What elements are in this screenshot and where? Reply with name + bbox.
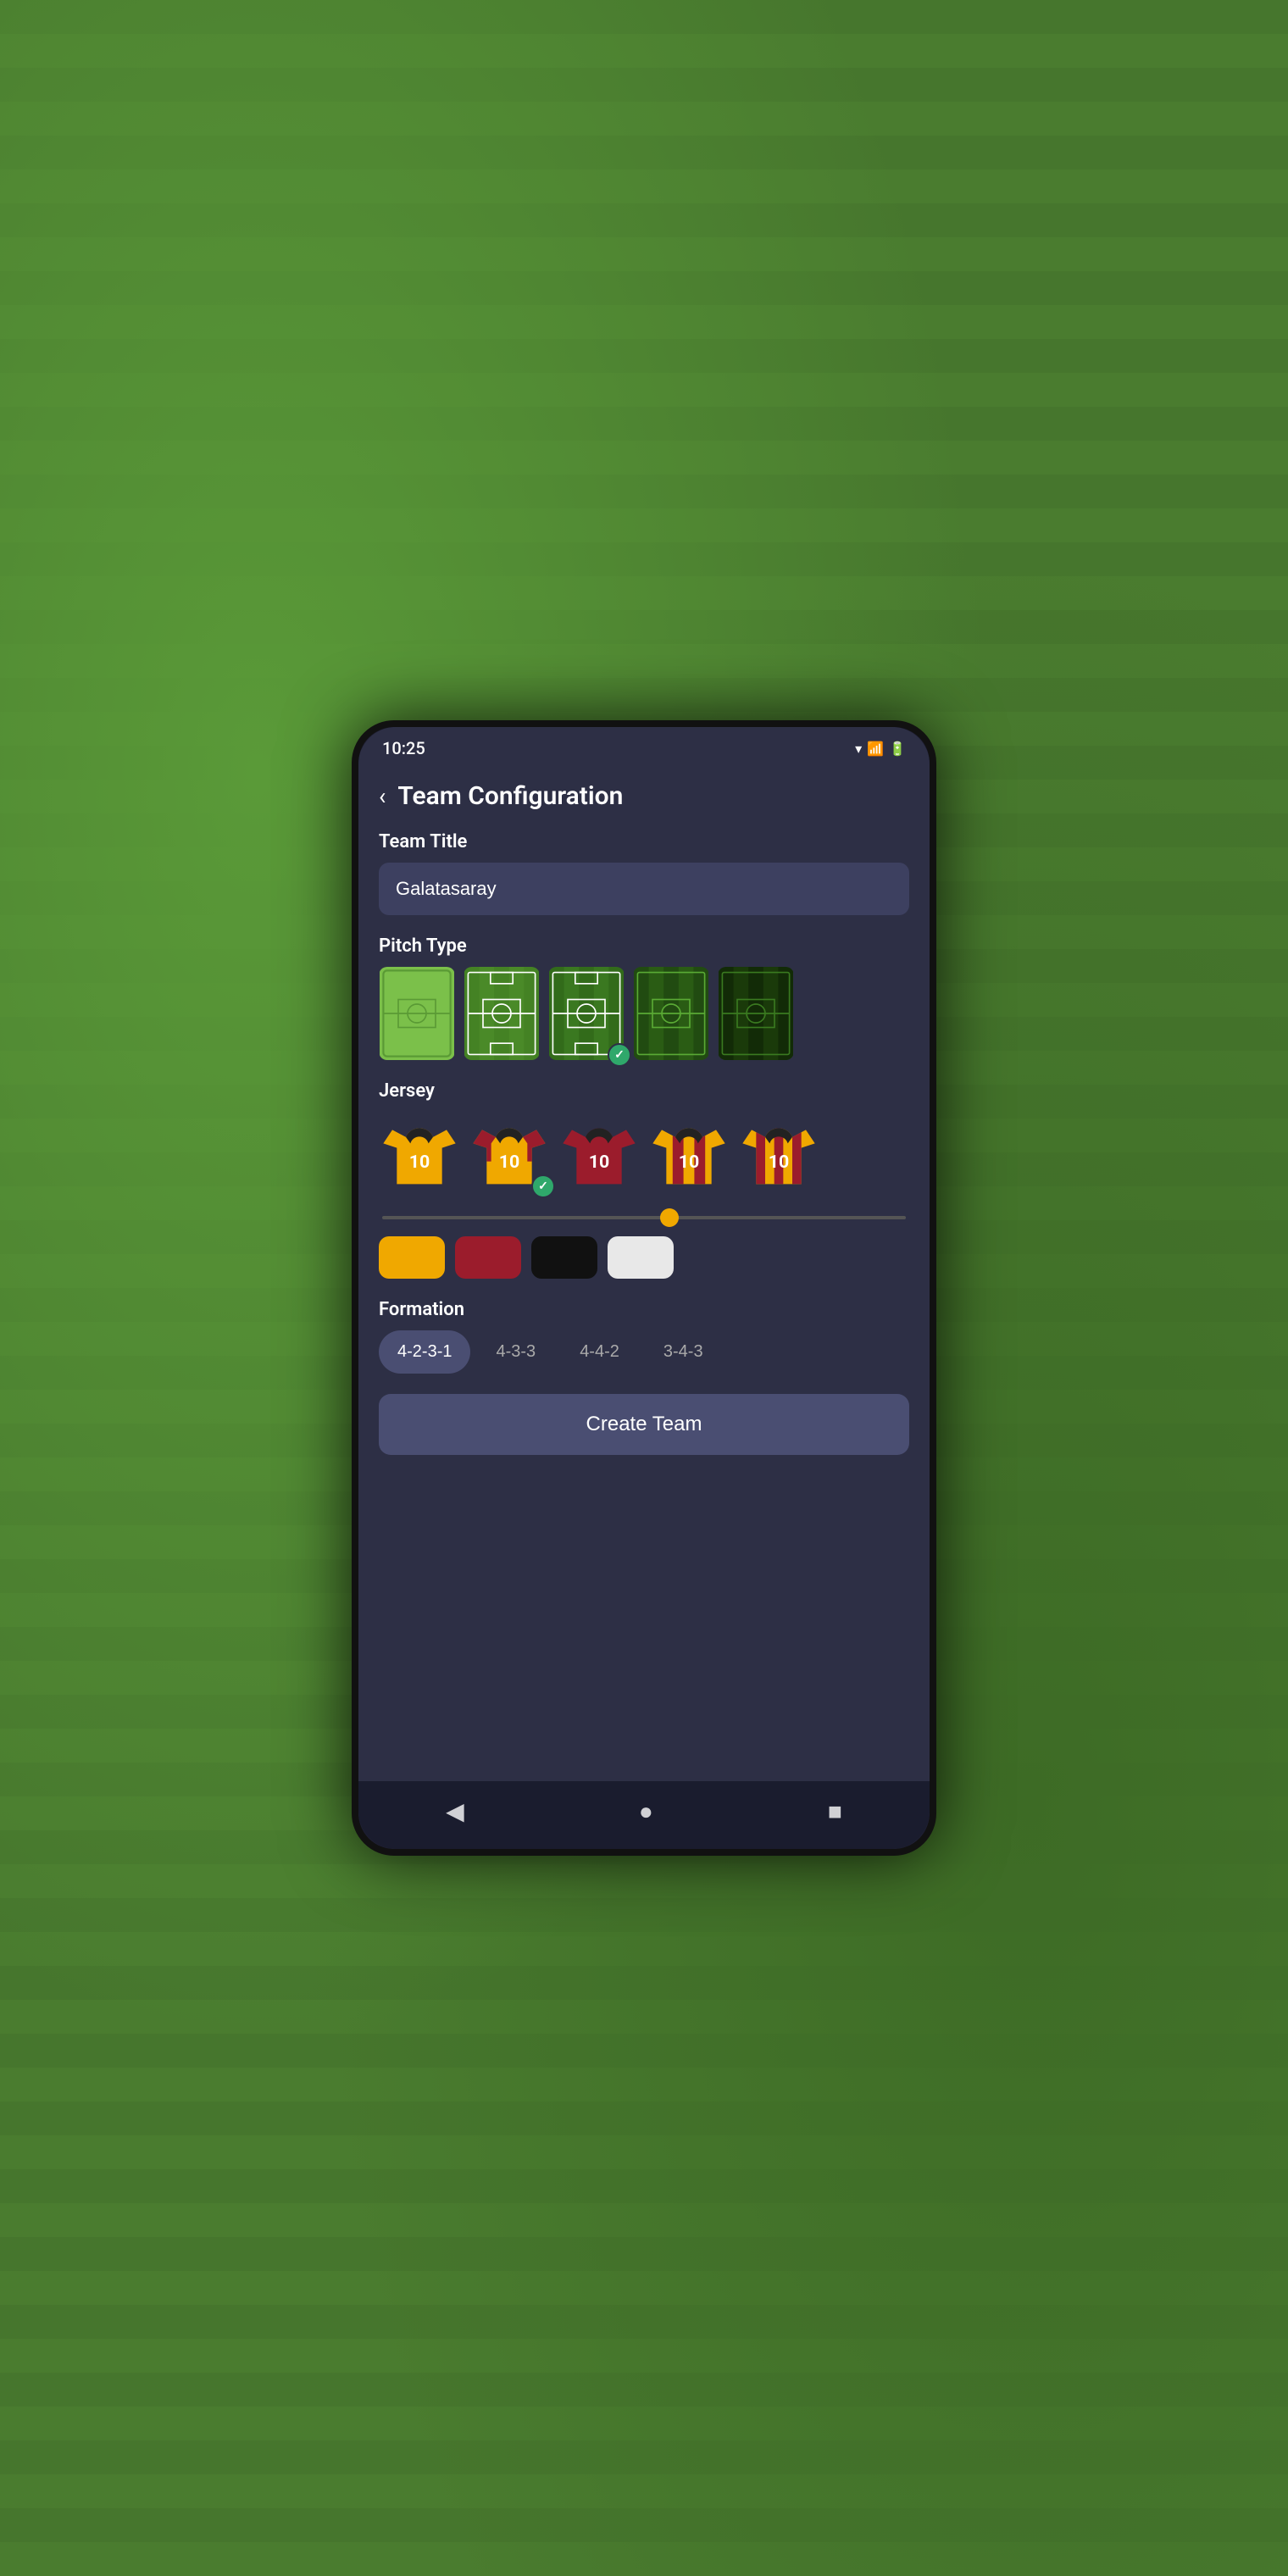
status-icons: ▾ 📶 🔋 bbox=[855, 741, 906, 757]
status-time: 10:25 bbox=[382, 738, 425, 758]
svg-text:10: 10 bbox=[589, 1152, 609, 1173]
color-swatch-white[interactable] bbox=[608, 1236, 674, 1279]
wifi-icon: ▾ bbox=[855, 741, 862, 757]
pitch-option-2[interactable] bbox=[464, 967, 540, 1060]
phone-screen: 10:25 ▾ 📶 🔋 ‹ Team Configuration Team Ti… bbox=[358, 727, 930, 1849]
team-title-input[interactable] bbox=[379, 863, 909, 915]
jersey-size-slider[interactable] bbox=[382, 1216, 906, 1219]
jersey-options: 10 10 bbox=[379, 1112, 909, 1193]
nav-home-button[interactable]: ● bbox=[639, 1797, 653, 1825]
color-swatch-orange[interactable] bbox=[379, 1236, 445, 1279]
content-area: ‹ Team Configuration Team Title Pitch Ty… bbox=[358, 769, 930, 1781]
team-title-section: Team Title bbox=[379, 831, 909, 915]
svg-text:10: 10 bbox=[409, 1152, 430, 1173]
formation-btn-4231[interactable]: 4-2-3-1 bbox=[379, 1330, 470, 1374]
pitch-option-3[interactable] bbox=[548, 967, 625, 1060]
formation-btn-433[interactable]: 4-3-3 bbox=[477, 1330, 554, 1374]
jersey-selected-badge bbox=[531, 1174, 555, 1198]
svg-text:10: 10 bbox=[769, 1152, 789, 1173]
color-swatch-black[interactable] bbox=[531, 1236, 597, 1279]
phone-frame: 10:25 ▾ 📶 🔋 ‹ Team Configuration Team Ti… bbox=[352, 720, 936, 1856]
color-swatches bbox=[379, 1236, 909, 1279]
jersey-section: Jersey 10 bbox=[379, 1080, 909, 1279]
nav-recents-button[interactable]: ■ bbox=[828, 1797, 842, 1825]
pitch-options bbox=[379, 967, 909, 1060]
jersey-slider-container bbox=[379, 1207, 909, 1223]
jersey-option-5[interactable]: 10 bbox=[738, 1112, 819, 1193]
color-swatch-red[interactable] bbox=[455, 1236, 521, 1279]
svg-text:10: 10 bbox=[499, 1152, 519, 1173]
page-title: Team Configuration bbox=[397, 781, 623, 811]
jersey-option-1[interactable]: 10 bbox=[379, 1112, 460, 1193]
pitch-option-4[interactable] bbox=[633, 967, 709, 1060]
jersey-option-4[interactable]: 10 bbox=[648, 1112, 730, 1193]
pitch-type-label: Pitch Type bbox=[379, 935, 909, 957]
formation-btn-442[interactable]: 4-4-2 bbox=[561, 1330, 638, 1374]
jersey-label: Jersey bbox=[379, 1080, 909, 1102]
svg-text:10: 10 bbox=[679, 1152, 699, 1173]
formation-label: Formation bbox=[379, 1299, 909, 1320]
signal-icon: 📶 bbox=[867, 741, 884, 757]
jersey-option-2[interactable]: 10 bbox=[469, 1112, 550, 1193]
nav-bar: ◀ ● ■ bbox=[358, 1781, 930, 1849]
status-bar: 10:25 ▾ 📶 🔋 bbox=[358, 727, 930, 769]
formation-section: Formation 4-2-3-1 4-3-3 4-4-2 3-4-3 bbox=[379, 1299, 909, 1374]
battery-icon: 🔋 bbox=[889, 741, 906, 757]
formation-options: 4-2-3-1 4-3-3 4-4-2 3-4-3 bbox=[379, 1330, 909, 1374]
pitch-option-1[interactable] bbox=[379, 967, 455, 1060]
page-header: ‹ Team Configuration bbox=[379, 781, 909, 811]
formation-btn-343[interactable]: 3-4-3 bbox=[645, 1330, 722, 1374]
pitch-type-section: Pitch Type bbox=[379, 935, 909, 1060]
jersey-option-3[interactable]: 10 bbox=[558, 1112, 640, 1193]
pitch-option-5[interactable] bbox=[718, 967, 794, 1060]
nav-back-button[interactable]: ◀ bbox=[446, 1797, 464, 1825]
pitch-selected-badge bbox=[608, 1043, 631, 1067]
create-team-button[interactable]: Create Team bbox=[379, 1394, 909, 1455]
team-title-label: Team Title bbox=[379, 831, 909, 852]
back-button[interactable]: ‹ bbox=[379, 785, 386, 808]
